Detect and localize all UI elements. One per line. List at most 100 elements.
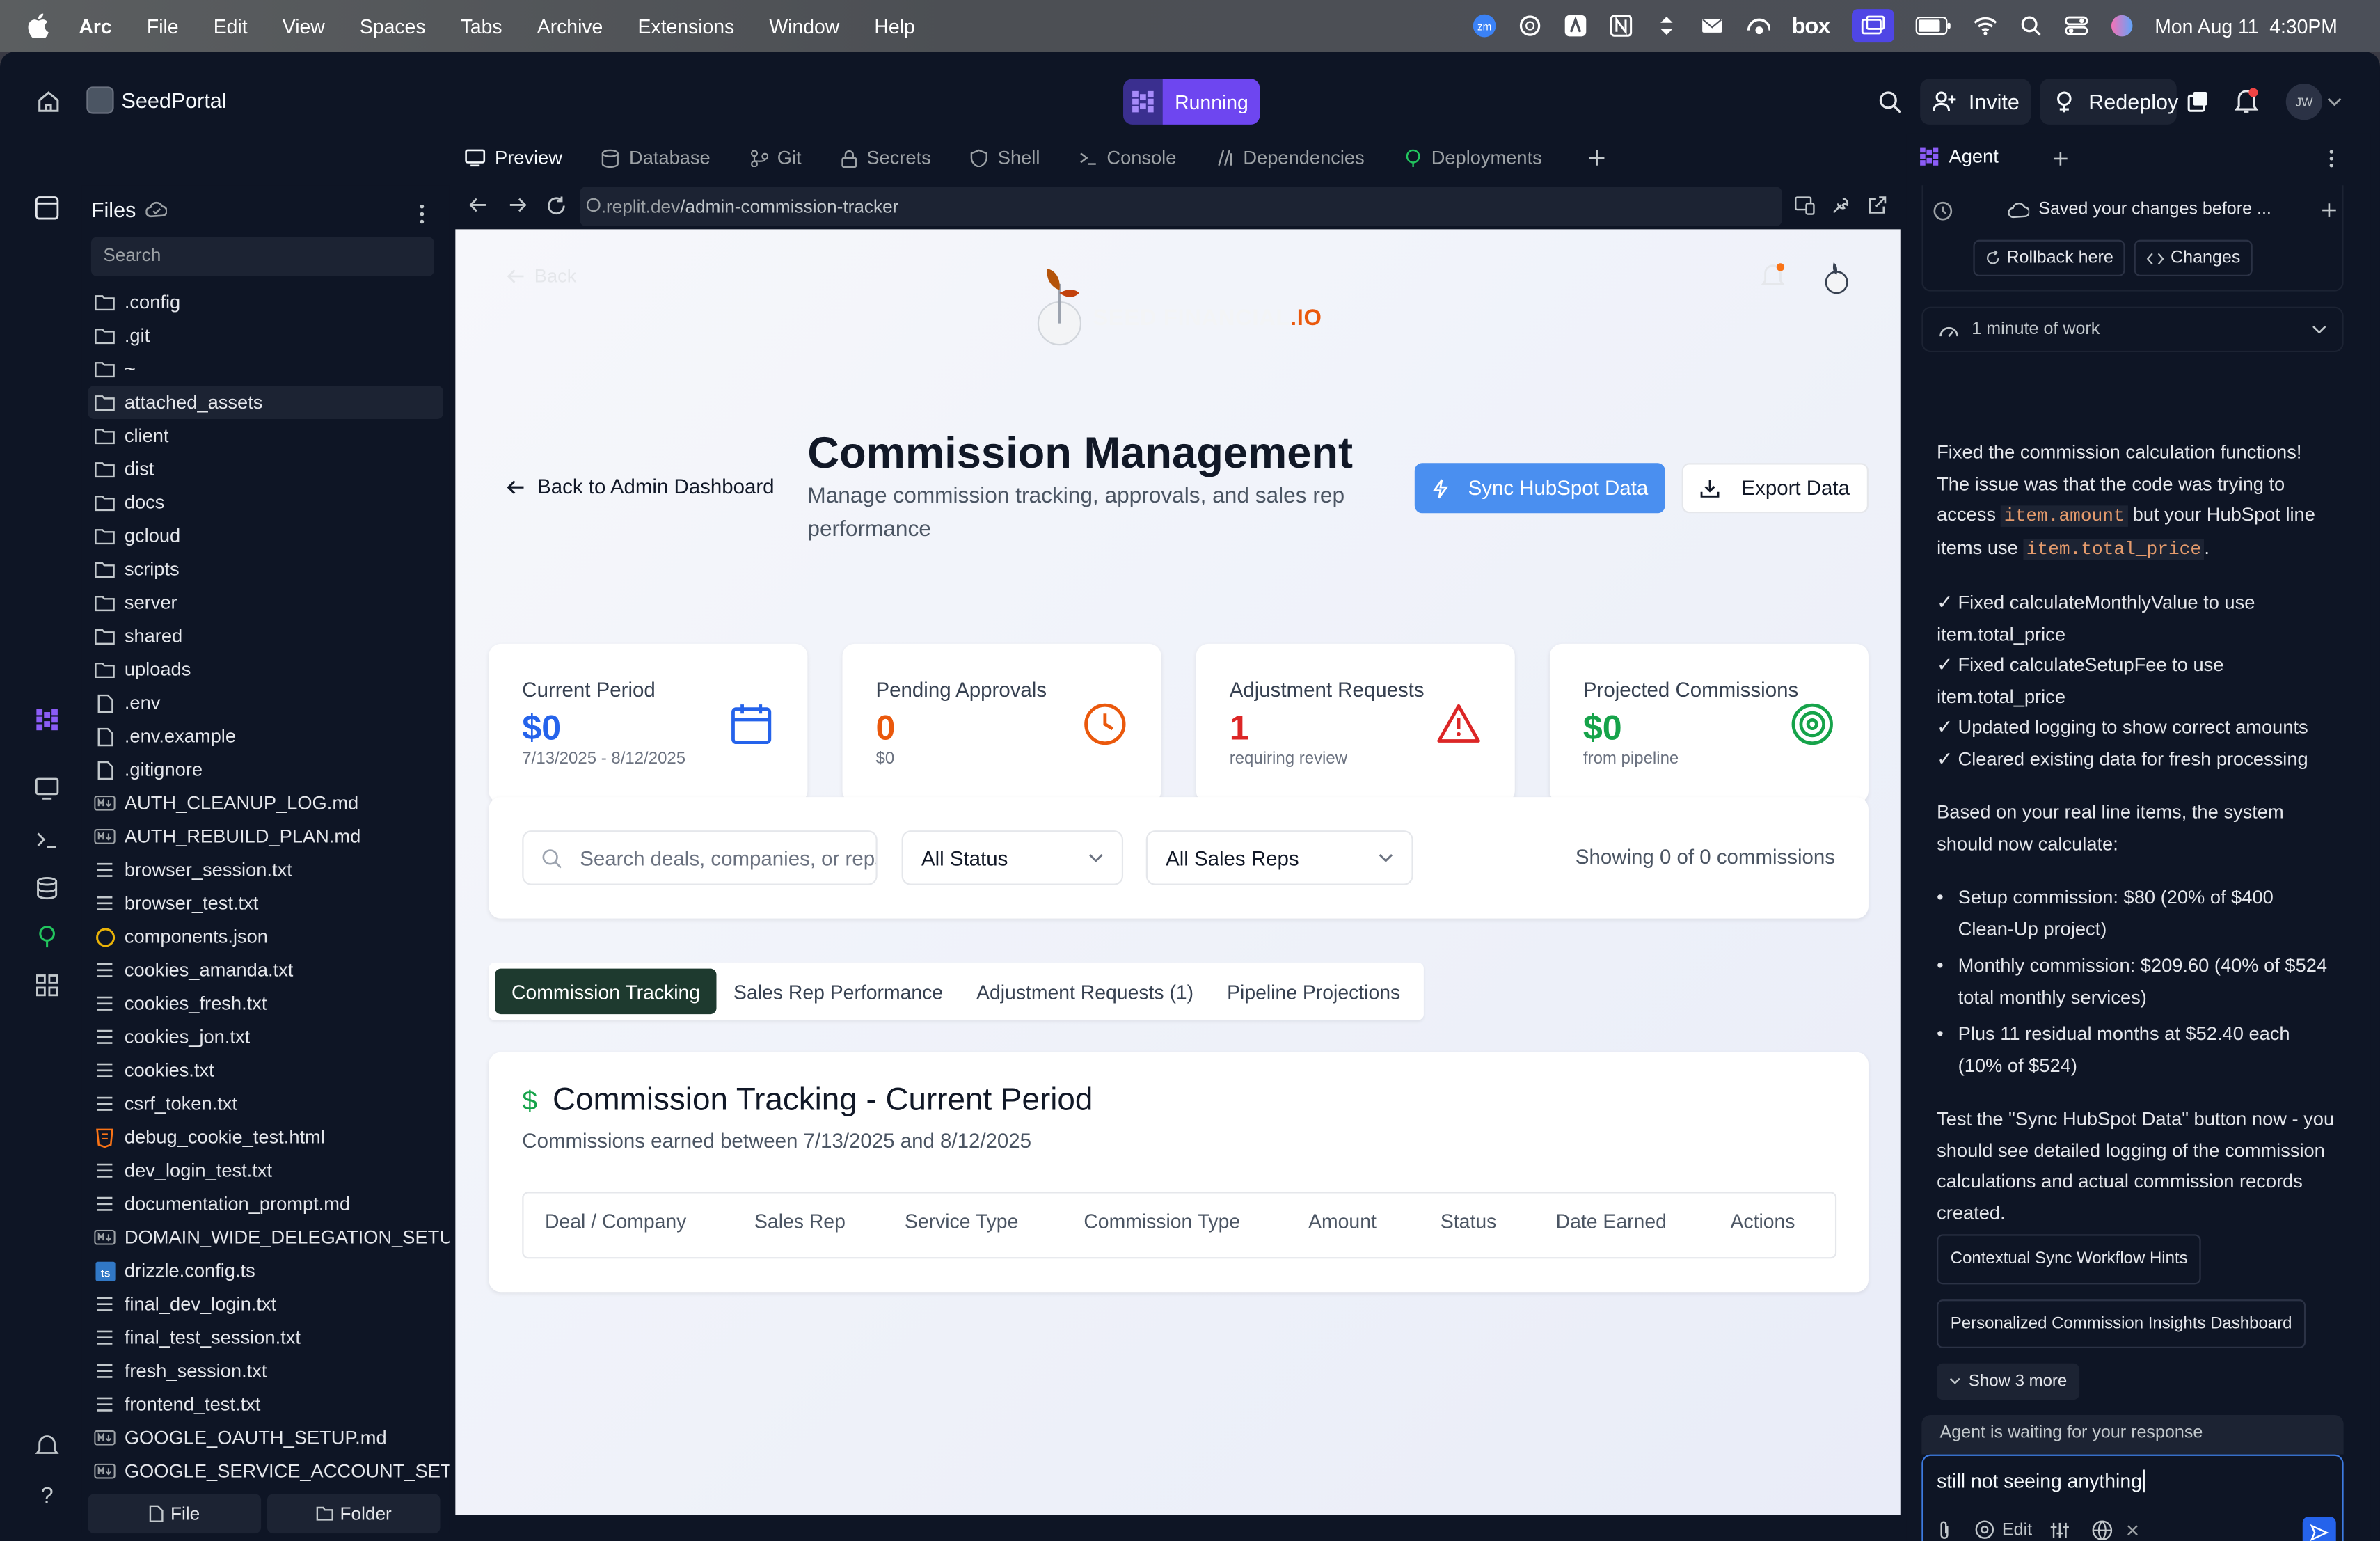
tab-console[interactable]: Console bbox=[1070, 134, 1185, 182]
url-input[interactable]: .replit.dev/admin-commission-tracker bbox=[580, 187, 1782, 227]
menubar-spaces[interactable]: Spaces bbox=[360, 15, 426, 38]
column-deal-company[interactable]: Deal / Company bbox=[545, 1210, 686, 1233]
devtools-wrench-icon[interactable] bbox=[1830, 196, 1850, 215]
file-tree-item[interactable]: cookies.txt bbox=[82, 1054, 450, 1087]
all-tools-icon[interactable] bbox=[33, 972, 61, 999]
menubar-extensions[interactable]: Extensions bbox=[638, 15, 735, 38]
menubar-file[interactable]: File bbox=[147, 15, 179, 38]
screen-icon[interactable] bbox=[1850, 9, 1894, 43]
page-user-avatar-icon[interactable] bbox=[1821, 257, 1852, 297]
ap-icon[interactable] bbox=[1564, 14, 1588, 38]
menubar-clock[interactable]: Mon Aug 11 4:30PM bbox=[2155, 15, 2338, 38]
file-tree-item[interactable]: final_dev_login.txt bbox=[82, 1288, 450, 1321]
file-tree-item[interactable]: documentation_prompt.md bbox=[82, 1187, 450, 1221]
file-tree-item[interactable]: GOOGLE_SERVICE_ACCOUNT_SETU... bbox=[82, 1455, 450, 1488]
notifications-bell-icon[interactable] bbox=[2234, 88, 2259, 114]
edit-mode-button[interactable]: Edit bbox=[1975, 1519, 2032, 1539]
tab-secrets[interactable]: Secrets bbox=[832, 134, 940, 182]
redeploy-button[interactable]: Redeploy bbox=[2040, 79, 2178, 125]
menubar-app-name[interactable]: Arc bbox=[79, 15, 111, 38]
sliders-icon[interactable] bbox=[2049, 1522, 2071, 1540]
column-actions[interactable]: Actions bbox=[1730, 1210, 1795, 1233]
search-icon[interactable] bbox=[2018, 14, 2042, 38]
file-tree-item[interactable]: .env.example bbox=[82, 720, 450, 753]
database-rail-icon[interactable] bbox=[33, 874, 61, 901]
file-tree-item[interactable]: ~ bbox=[82, 352, 450, 386]
file-tree-item[interactable]: csrf_token.txt bbox=[82, 1087, 450, 1121]
menubar-help[interactable]: Help bbox=[874, 15, 914, 38]
file-tree-item[interactable]: cookies_jon.txt bbox=[82, 1020, 450, 1054]
file-tree-item[interactable]: dev_login_test.txt bbox=[82, 1154, 450, 1187]
menubar-archive[interactable]: Archive bbox=[537, 15, 603, 38]
file-tree-item[interactable]: browser_session.txt bbox=[82, 853, 450, 887]
file-tree-item[interactable]: DOMAIN_WIDE_DELEGATION_SETU... bbox=[82, 1221, 450, 1254]
file-tree-item[interactable]: gcloud bbox=[82, 519, 450, 553]
file-tree-item[interactable]: GOOGLE_OAUTH_SETUP.md bbox=[82, 1421, 450, 1455]
chatgpt-icon[interactable] bbox=[1518, 14, 1543, 38]
reload-icon[interactable] bbox=[546, 196, 566, 215]
export-data-button[interactable]: Export Data bbox=[1681, 463, 1869, 514]
alerts-rail-icon[interactable] bbox=[33, 1432, 61, 1459]
mail-icon[interactable] bbox=[1701, 14, 1725, 38]
vpn-icon[interactable] bbox=[1746, 14, 1771, 38]
tab-shell[interactable]: Shell bbox=[961, 134, 1049, 182]
column-commission-type[interactable]: Commission Type bbox=[1084, 1210, 1240, 1233]
file-tree-item[interactable]: components.json bbox=[82, 920, 450, 954]
agent-rail-icon[interactable] bbox=[33, 706, 61, 733]
files-menu-icon[interactable] bbox=[419, 203, 425, 225]
add-tab-icon[interactable] bbox=[1587, 149, 1605, 167]
menubar-window[interactable]: Window bbox=[769, 15, 839, 38]
devices-icon[interactable] bbox=[1794, 196, 1816, 215]
deal-search-input[interactable]: Search deals, companies, or reps... bbox=[522, 830, 878, 885]
new-file-button[interactable]: File bbox=[88, 1494, 262, 1534]
files-search-input[interactable]: Search bbox=[90, 237, 434, 276]
file-tree-item[interactable]: debug_cookie_test.html bbox=[82, 1121, 450, 1154]
file-tree-item[interactable]: docs bbox=[82, 486, 450, 519]
file-tree-item[interactable]: AUTH_CLEANUP_LOG.md bbox=[82, 787, 450, 820]
agent-tab[interactable]: Agent bbox=[1919, 145, 1999, 167]
file-tree-item[interactable]: ts drizzle.config.ts bbox=[82, 1254, 450, 1288]
send-button[interactable] bbox=[2302, 1517, 2336, 1541]
tab-commission-tracking[interactable]: Commission Tracking bbox=[495, 968, 717, 1015]
project-avatar[interactable] bbox=[86, 86, 114, 114]
close-icon[interactable] bbox=[2127, 1524, 2139, 1536]
menubar-tabs[interactable]: Tabs bbox=[461, 15, 502, 38]
file-tree-item[interactable]: scripts bbox=[82, 553, 450, 586]
column-service-type[interactable]: Service Type bbox=[905, 1210, 1018, 1233]
file-tree-item[interactable]: AUTH_REBUILD_PLAN.md bbox=[82, 820, 450, 853]
add-tab-icon[interactable] bbox=[2052, 150, 2069, 167]
file-tree-item[interactable]: attached_assets bbox=[88, 386, 443, 420]
siri-icon[interactable] bbox=[2109, 14, 2134, 38]
tab-pipeline-projections[interactable]: Pipeline Projections bbox=[1210, 969, 1417, 1014]
tab-sales-rep-performance[interactable]: Sales Rep Performance bbox=[717, 969, 960, 1014]
new-folder-button[interactable]: Folder bbox=[267, 1494, 441, 1534]
forward-arrow-icon[interactable] bbox=[509, 196, 527, 214]
file-tree-item[interactable]: .git bbox=[82, 319, 450, 352]
control-center-icon[interactable] bbox=[2063, 14, 2088, 38]
work-duration-row[interactable]: 1 minute of work bbox=[1921, 306, 2344, 353]
help-icon[interactable]: ? bbox=[33, 1482, 61, 1509]
file-tree-item[interactable]: .gitignore bbox=[82, 753, 450, 787]
tab-dependencies[interactable]: Dependencies bbox=[1207, 134, 1374, 182]
suggestion-chip[interactable]: Personalized Commission Insights Dashboa… bbox=[1937, 1299, 2306, 1348]
sales-rep-filter-select[interactable]: All Sales Reps bbox=[1145, 830, 1413, 885]
file-tree-item[interactable]: fresh_session.txt bbox=[82, 1354, 450, 1388]
file-tree-item[interactable]: frontend_test.txt bbox=[82, 1388, 450, 1421]
notion-icon[interactable] bbox=[1610, 14, 1634, 38]
cursor-icon[interactable] bbox=[1655, 14, 1679, 38]
file-tree-item[interactable]: browser_test.txt bbox=[82, 887, 450, 920]
file-tree-item[interactable]: server bbox=[82, 586, 450, 619]
file-tree-item[interactable]: cookies_fresh.txt bbox=[82, 987, 450, 1020]
file-tree-item[interactable]: .config bbox=[82, 285, 450, 319]
chevron-down-icon[interactable] bbox=[2327, 95, 2342, 107]
file-tree-item[interactable]: client bbox=[82, 419, 450, 452]
agent-chat-input[interactable]: still not seeing anything bbox=[1937, 1469, 2145, 1493]
attach-icon[interactable] bbox=[1937, 1519, 1952, 1541]
show-more-button[interactable]: Show 3 more bbox=[1937, 1363, 2079, 1400]
back-arrow-icon[interactable] bbox=[469, 196, 487, 214]
column-sales-rep[interactable]: Sales Rep bbox=[754, 1210, 846, 1233]
menubar-edit[interactable]: Edit bbox=[214, 15, 248, 38]
deploy-window-icon[interactable] bbox=[2186, 90, 2210, 114]
back-to-admin-link[interactable]: Back to Admin Dashboard bbox=[507, 475, 775, 498]
tab-deployments[interactable]: Deployments bbox=[1395, 134, 1551, 182]
